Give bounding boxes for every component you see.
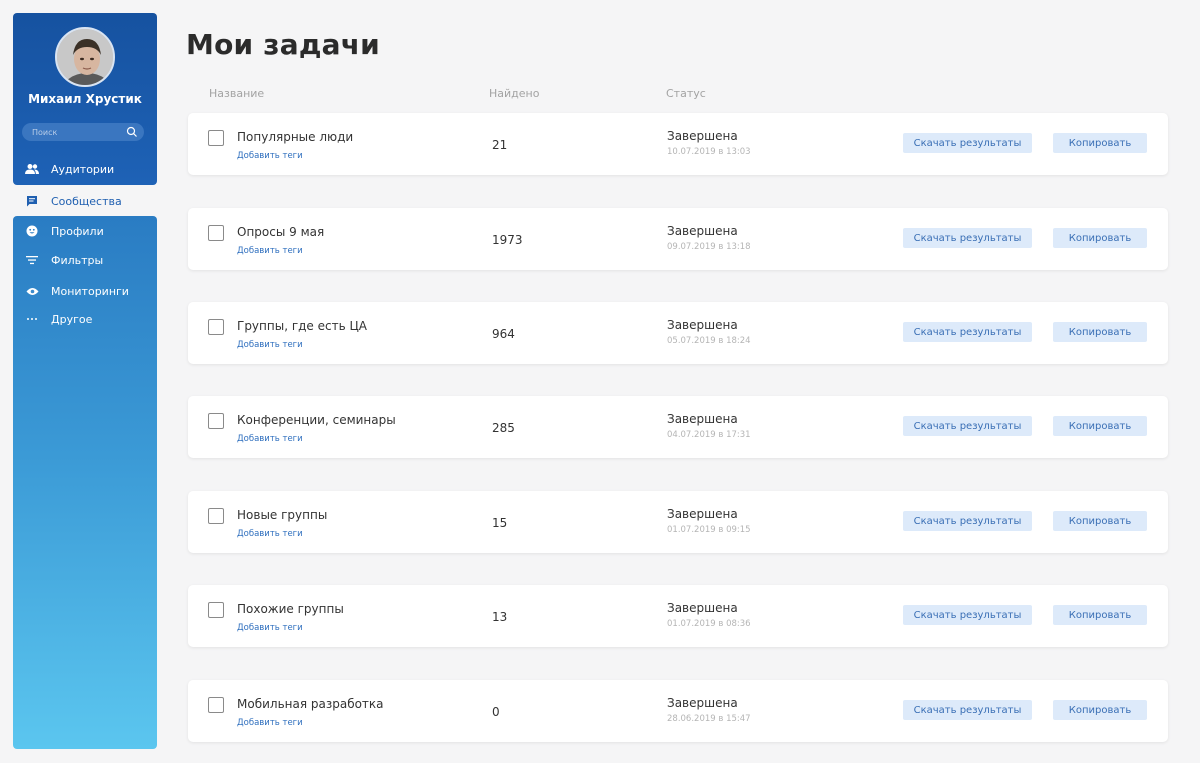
- task-name: Мобильная разработка: [237, 697, 384, 711]
- download-results-button[interactable]: Скачать результаты: [903, 700, 1032, 720]
- copy-button[interactable]: Копировать: [1053, 416, 1147, 436]
- sidebar-item-communities[interactable]: Сообщества: [13, 189, 157, 213]
- column-header-status[interactable]: Статус: [666, 87, 706, 100]
- add-tags-link[interactable]: Добавить теги: [237, 246, 303, 256]
- chat-icon: [25, 194, 39, 208]
- eye-icon: [25, 284, 39, 298]
- task-name: Опросы 9 мая: [237, 225, 325, 239]
- task-status: Завершена: [667, 224, 738, 238]
- task-row: Новые группы Добавить теги 15 Завершена …: [188, 491, 1168, 553]
- task-found-count: 21: [492, 138, 508, 152]
- task-date: 09.07.2019 в 13:18: [667, 242, 751, 252]
- task-checkbox[interactable]: [208, 602, 224, 618]
- add-tags-link[interactable]: Добавить теги: [237, 529, 303, 539]
- add-tags-link[interactable]: Добавить теги: [237, 718, 303, 728]
- download-results-button[interactable]: Скачать результаты: [903, 605, 1032, 625]
- task-row: Похожие группы Добавить теги 13 Завершен…: [188, 585, 1168, 647]
- sidebar-item-label: Мониторинги: [51, 284, 129, 298]
- sidebar-item-audiences[interactable]: Аудитории: [13, 157, 157, 181]
- download-results-button[interactable]: Скачать результаты: [903, 511, 1032, 531]
- download-results-button[interactable]: Скачать результаты: [903, 133, 1032, 153]
- task-found-count: 964: [492, 327, 515, 341]
- add-tags-link[interactable]: Добавить теги: [237, 623, 303, 633]
- task-status: Завершена: [667, 412, 738, 426]
- task-row: Группы, где есть ЦА Добавить теги 964 За…: [188, 302, 1168, 364]
- sidebar-item-label: Фильтры: [51, 253, 104, 267]
- task-found-count: 13: [492, 610, 508, 624]
- copy-button[interactable]: Копировать: [1053, 605, 1147, 625]
- task-found-count: 1973: [492, 233, 523, 247]
- task-row: Конференции, семинары Добавить теги 285 …: [188, 396, 1168, 458]
- task-row: Популярные люди Добавить теги 21 Заверше…: [188, 113, 1168, 175]
- copy-button[interactable]: Копировать: [1053, 511, 1147, 531]
- task-date: 01.07.2019 в 08:36: [667, 619, 751, 629]
- task-found-count: 285: [492, 421, 515, 435]
- search-icon[interactable]: [126, 126, 138, 138]
- copy-button[interactable]: Копировать: [1053, 228, 1147, 248]
- page-title: Мои задачи: [186, 28, 380, 61]
- task-checkbox[interactable]: [208, 508, 224, 524]
- task-date: 28.06.2019 в 15:47: [667, 714, 751, 724]
- task-status: Завершена: [667, 601, 738, 615]
- task-checkbox[interactable]: [208, 319, 224, 335]
- task-row: Мобильная разработка Добавить теги 0 Зав…: [188, 680, 1168, 742]
- download-results-button[interactable]: Скачать результаты: [903, 322, 1032, 342]
- task-name: Конференции, семинары: [237, 413, 396, 427]
- column-header-name[interactable]: Название: [209, 87, 264, 100]
- task-status: Завершена: [667, 129, 738, 143]
- task-name: Популярные люди: [237, 130, 354, 144]
- user-name: Михаил Хрустик: [28, 92, 142, 106]
- task-name: Похожие группы: [237, 602, 344, 616]
- task-status: Завершена: [667, 318, 738, 332]
- avatar[interactable]: [55, 27, 115, 87]
- task-found-count: 15: [492, 516, 508, 530]
- task-name: Новые группы: [237, 508, 328, 522]
- task-status: Завершена: [667, 696, 738, 710]
- sidebar-item-label: Другое: [51, 312, 93, 326]
- task-row: Опросы 9 мая Добавить теги 1973 Завершен…: [188, 208, 1168, 270]
- download-results-button[interactable]: Скачать результаты: [903, 416, 1032, 436]
- add-tags-link[interactable]: Добавить теги: [237, 434, 303, 444]
- sidebar-item-label: Сообщества: [51, 194, 122, 208]
- task-found-count: 0: [492, 705, 500, 719]
- sidebar-item-label: Аудитории: [51, 162, 115, 176]
- column-header-found[interactable]: Найдено: [489, 87, 539, 100]
- sidebar-item-profiles[interactable]: Профили: [13, 219, 157, 243]
- sidebar-item-filters[interactable]: Фильтры: [13, 248, 157, 272]
- task-date: 05.07.2019 в 18:24: [667, 336, 751, 346]
- add-tags-link[interactable]: Добавить теги: [237, 151, 303, 161]
- sidebar-item-label: Профили: [51, 224, 104, 238]
- copy-button[interactable]: Копировать: [1053, 322, 1147, 342]
- sidebar-item-monitoring[interactable]: Мониторинги: [13, 279, 157, 303]
- more-icon: [25, 312, 39, 326]
- smile-icon: [25, 224, 39, 238]
- task-checkbox[interactable]: [208, 225, 224, 241]
- download-results-button[interactable]: Скачать результаты: [903, 228, 1032, 248]
- task-date: 01.07.2019 в 09:15: [667, 525, 751, 535]
- users-icon: [25, 162, 39, 176]
- task-checkbox[interactable]: [208, 413, 224, 429]
- add-tags-link[interactable]: Добавить теги: [237, 340, 303, 350]
- task-name: Группы, где есть ЦА: [237, 319, 368, 333]
- task-checkbox[interactable]: [208, 130, 224, 146]
- sidebar-item-other[interactable]: Другое: [13, 307, 157, 331]
- copy-button[interactable]: Копировать: [1053, 133, 1147, 153]
- filter-icon: [25, 253, 39, 267]
- task-date: 04.07.2019 в 17:31: [667, 430, 751, 440]
- copy-button[interactable]: Копировать: [1053, 700, 1147, 720]
- search-box[interactable]: [22, 123, 144, 141]
- task-checkbox[interactable]: [208, 697, 224, 713]
- task-status: Завершена: [667, 507, 738, 521]
- search-input[interactable]: [32, 125, 122, 139]
- task-date: 10.07.2019 в 13:03: [667, 147, 751, 157]
